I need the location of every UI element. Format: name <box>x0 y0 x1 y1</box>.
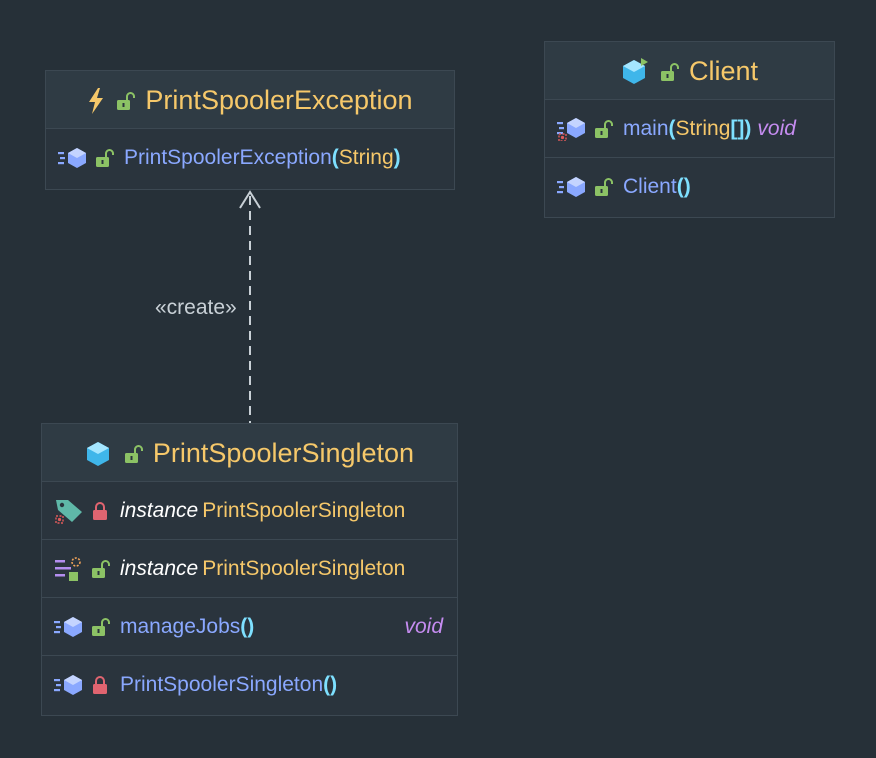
member-constructor[interactable]: PrintSpoolerException(String) <box>46 129 454 187</box>
class-icon <box>86 441 109 466</box>
member-name: main <box>623 116 669 140</box>
class-header: PrintSpoolerSingleton <box>42 424 457 482</box>
open-paren: ( <box>331 146 339 169</box>
private-locked-icon <box>93 676 107 694</box>
class-header: Client <box>545 42 834 100</box>
public-unlocked-icon <box>124 444 143 463</box>
return-type: void <box>757 116 796 140</box>
param-type: String <box>675 116 731 140</box>
member-name: PrintSpoolerException <box>124 146 332 169</box>
exception-bolt-icon <box>89 87 104 114</box>
method-icon <box>54 675 82 695</box>
create-stereotype-label: «create» <box>155 296 237 319</box>
class-name: PrintSpoolerSingleton <box>152 438 415 468</box>
parens: () <box>323 673 338 696</box>
member-name: Client <box>623 175 677 198</box>
close-paren: ) <box>744 116 752 140</box>
member-private-constructor[interactable]: PrintSpoolerSingleton() <box>42 656 457 714</box>
class-print-spooler-exception[interactable]: PrintSpoolerException PrintSpoolerExcept… <box>45 70 455 190</box>
member-name: PrintSpoolerSingleton <box>120 673 324 696</box>
method-icon <box>557 177 585 197</box>
close-paren: ) <box>393 146 401 169</box>
public-unlocked-icon <box>92 617 110 636</box>
class-name: PrintSpoolerException <box>145 85 413 115</box>
class-name: Client <box>688 56 759 86</box>
field-type: PrintSpoolerSingleton <box>202 498 406 522</box>
member-instance-field[interactable]: instance PrintSpoolerSingleton <box>42 482 457 540</box>
property-icon <box>55 556 81 581</box>
public-unlocked-icon <box>92 559 110 578</box>
member-name: manageJobs <box>120 614 241 638</box>
class-header: PrintSpoolerException <box>46 71 454 129</box>
public-unlocked-icon <box>96 149 114 167</box>
class-icon <box>622 57 648 84</box>
param-type: String <box>338 146 394 169</box>
class-print-spooler-singleton[interactable]: PrintSpoolerSingleton instance PrintSpool… <box>41 423 458 716</box>
parens: () <box>676 175 691 198</box>
open-paren: ( <box>668 116 676 140</box>
method-icon <box>54 616 82 637</box>
field-name: instance <box>120 498 199 522</box>
method-icon <box>58 148 86 168</box>
property-type: PrintSpoolerSingleton <box>202 556 406 580</box>
public-unlocked-icon <box>595 178 613 196</box>
return-type: void <box>404 614 443 638</box>
public-unlocked-icon <box>595 119 613 138</box>
member-client-constructor[interactable]: Client() <box>545 158 834 216</box>
static-field-tag-icon <box>55 499 82 524</box>
class-client[interactable]: Client main(String[]) void Client () <box>544 41 835 218</box>
public-unlocked-icon <box>660 62 679 81</box>
member-main-method[interactable]: main(String[]) void <box>545 100 834 158</box>
parens: () <box>240 614 255 638</box>
private-locked-icon <box>93 501 107 520</box>
static-method-icon <box>557 117 585 141</box>
property-name: instance <box>120 556 199 580</box>
array-brackets: [] <box>730 116 745 140</box>
member-instance-property[interactable]: instance PrintSpoolerSingleton <box>42 540 457 598</box>
public-unlocked-icon <box>117 91 136 110</box>
member-manage-jobs-method[interactable]: manageJobs() void <box>42 598 457 656</box>
